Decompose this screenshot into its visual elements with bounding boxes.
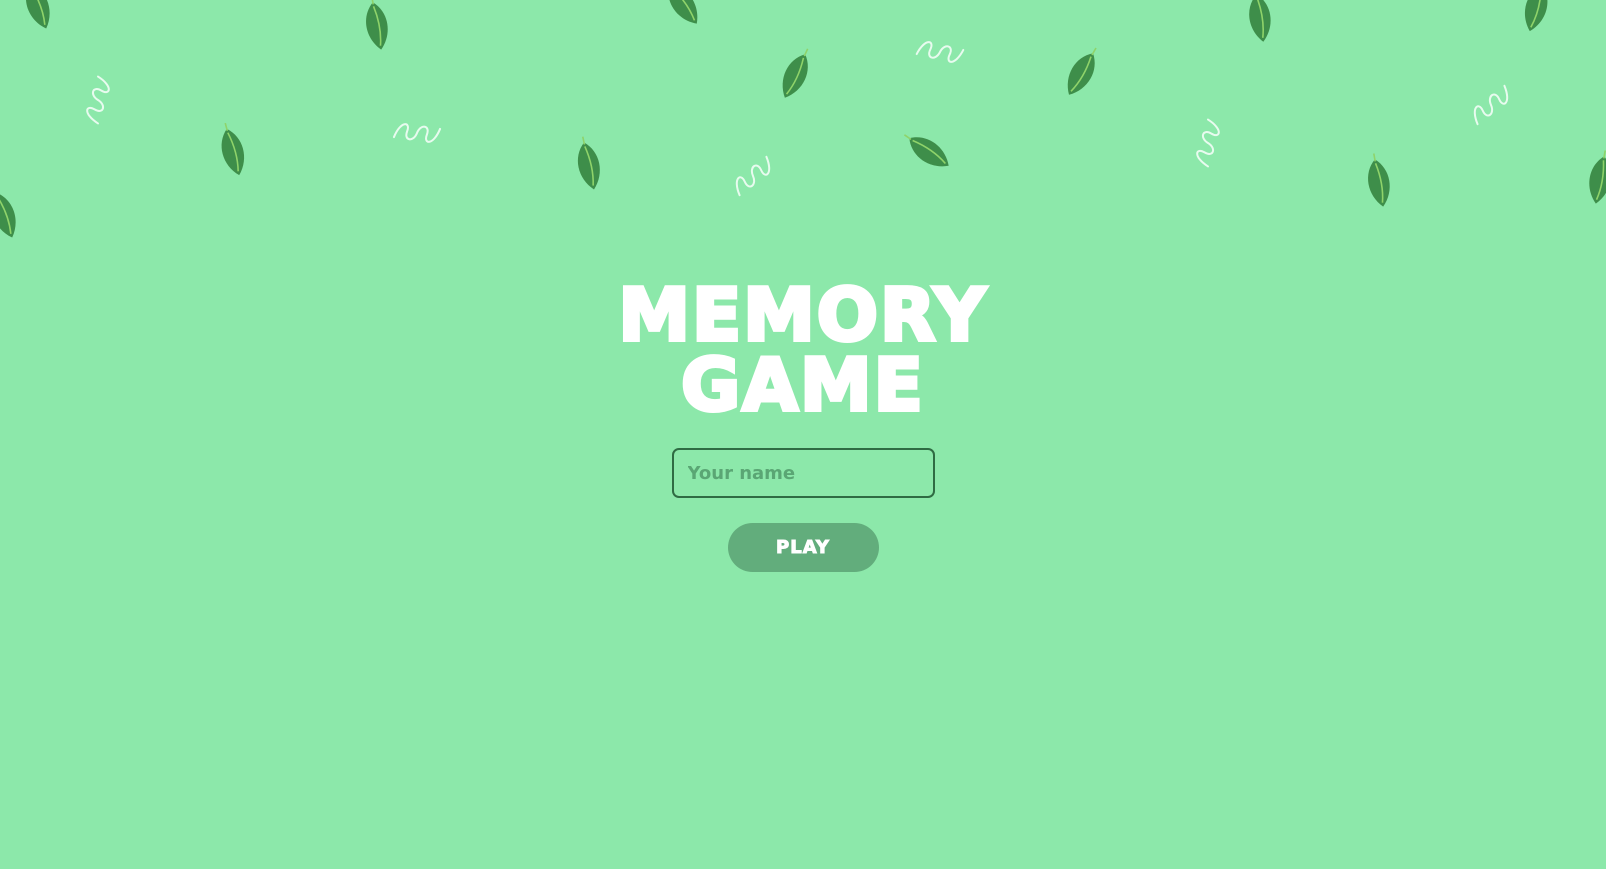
start-form: MEMORY GAME PLAY	[0, 273, 1606, 572]
leaf-icon	[774, 43, 818, 103]
leaf-icon	[1362, 150, 1395, 210]
leaf-icon	[0, 182, 23, 242]
leaf-icon	[1584, 147, 1606, 207]
game-title: MEMORY GAME	[616, 273, 988, 427]
start-screen: MEMORY GAME PLAY	[0, 0, 1606, 869]
swirl-icon	[915, 37, 965, 67]
title-line-1: MEMORY	[616, 273, 988, 357]
leaf-icon	[897, 125, 956, 176]
play-button[interactable]: PLAY	[727, 523, 879, 572]
falling-leaves-decoration	[0, 0, 1606, 242]
title-line-2: GAME	[679, 343, 925, 427]
swirl-icon	[729, 155, 777, 197]
player-name-input[interactable]	[671, 448, 935, 498]
leaf-icon	[214, 119, 251, 179]
leaf-icon	[1244, 0, 1275, 45]
swirl-icon	[1191, 118, 1225, 168]
swirl-icon	[1467, 84, 1515, 126]
swirl-icon	[392, 120, 442, 146]
swirl-icon	[81, 75, 115, 125]
leaf-icon	[17, 0, 57, 33]
leaf-icon	[656, 0, 707, 31]
leaf-icon	[571, 133, 606, 193]
leaf-icon	[360, 0, 393, 53]
leaf-icon	[1059, 41, 1106, 101]
leaf-icon	[1518, 0, 1555, 35]
